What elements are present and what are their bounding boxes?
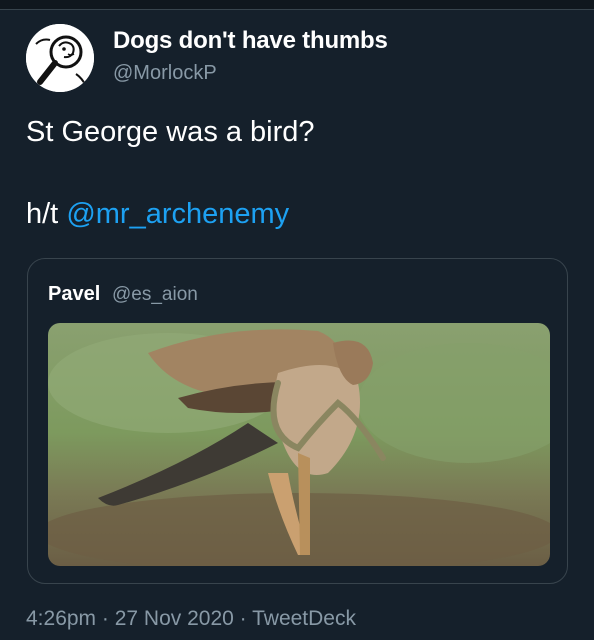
quoted-author-handle[interactable]: @es_aion (112, 284, 198, 306)
author-name[interactable]: Dogs don't have thumbs (113, 27, 388, 55)
mention-link[interactable]: @mr_archenemy (66, 198, 289, 230)
author-avatar[interactable] (26, 24, 94, 92)
quoted-media-photo[interactable] (48, 323, 550, 566)
top-divider (0, 0, 594, 10)
hawk-snake-photo-icon (48, 323, 550, 566)
author-handle[interactable]: @MorlockP (113, 62, 217, 85)
tweet-metadata: 4:26pm · 27 Nov 2020 · TweetDeck (26, 607, 356, 631)
quoted-author-name[interactable]: Pavel (48, 283, 100, 306)
quoted-tweet-card[interactable]: Pavel @es_aion (27, 258, 568, 584)
dog-magnifier-icon (26, 24, 94, 92)
tweet-source[interactable]: TweetDeck (252, 607, 356, 630)
separator: · (96, 607, 115, 630)
hat-tip-prefix: h/t (26, 198, 67, 230)
separator: · (233, 607, 253, 630)
tweet-time[interactable]: 4:26pm (26, 607, 96, 630)
tweet-date[interactable]: 27 Nov 2020 (115, 607, 234, 630)
tweet-text-line2: h/t @mr_archenemy (26, 198, 289, 231)
tweet-text-line1: St George was a bird? (26, 116, 315, 148)
